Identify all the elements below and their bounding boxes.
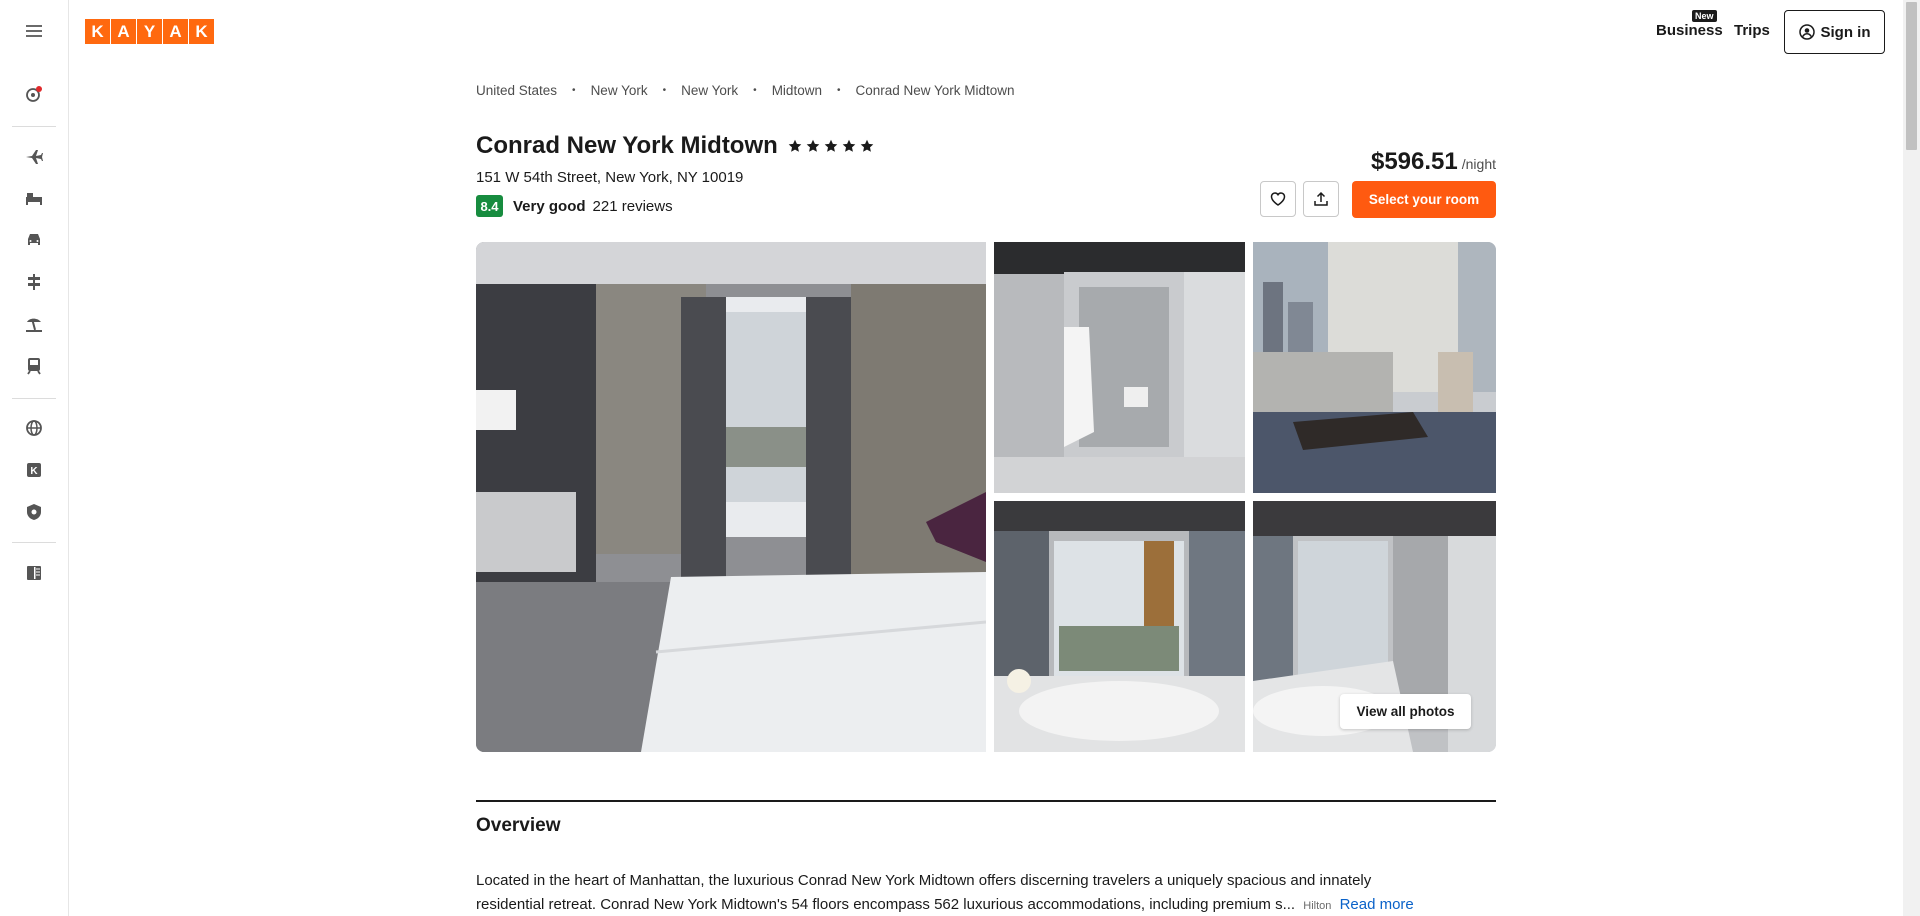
logo-letter: K	[189, 19, 214, 44]
trust-icon[interactable]	[19, 497, 49, 527]
rating-label: Very good	[513, 197, 586, 215]
user-icon	[1798, 24, 1815, 40]
breadcrumb-item[interactable]: Conrad New York Midtown	[855, 83, 1014, 98]
star-icon	[806, 139, 820, 152]
explore-icon[interactable]	[19, 413, 49, 443]
kayak-business-icon[interactable]: K	[19, 455, 49, 485]
rail-divider	[12, 542, 56, 543]
kayak-logo[interactable]: K A Y A K	[85, 19, 215, 44]
breadcrumb-separator: •	[572, 85, 576, 96]
menu-icon[interactable]	[19, 16, 49, 46]
breadcrumb: United States • New York • New York • Mi…	[476, 83, 1015, 98]
svg-text:K: K	[30, 466, 38, 477]
logo-letter: A	[163, 19, 188, 44]
read-more-link[interactable]: Read more	[1340, 896, 1414, 913]
star-rating	[788, 139, 874, 153]
new-badge: New	[1692, 10, 1717, 22]
vacation-icon[interactable]	[19, 309, 49, 339]
left-rail: K	[0, 0, 69, 916]
logo-letter: K	[85, 19, 110, 44]
cars-icon[interactable]	[19, 225, 49, 255]
guide-icon[interactable]	[19, 558, 49, 588]
hotel-name: Conrad New York Midtown	[476, 132, 778, 159]
overview-description: Located in the heart of Manhattan, the l…	[476, 869, 1506, 916]
heart-icon	[1270, 192, 1286, 206]
price-block: $596.51 /night	[1371, 148, 1496, 176]
star-icon	[788, 139, 802, 152]
living-room-photo[interactable]	[1253, 242, 1496, 493]
star-icon	[860, 139, 874, 152]
star-icon	[842, 139, 856, 152]
sign-in-label: Sign in	[1820, 23, 1871, 41]
stays-icon[interactable]	[19, 183, 49, 213]
packages-icon[interactable]	[19, 267, 49, 297]
flights-icon[interactable]	[19, 141, 49, 171]
scrollbar[interactable]	[1903, 0, 1920, 916]
breadcrumb-item[interactable]: New York	[681, 83, 738, 98]
breadcrumb-item[interactable]: New York	[591, 83, 648, 98]
price-unit: /night	[1461, 156, 1496, 172]
share-button[interactable]	[1303, 181, 1339, 217]
main-bedroom-photo[interactable]	[476, 242, 986, 752]
logo-letter: Y	[137, 19, 162, 44]
share-icon	[1314, 191, 1328, 206]
view-all-photos-button[interactable]: View all photos	[1340, 694, 1471, 729]
overview-line: Located in the heart of Manhattan, the l…	[476, 872, 1372, 889]
trains-icon[interactable]	[19, 351, 49, 381]
star-icon	[824, 139, 838, 152]
breadcrumb-separator: •	[753, 85, 757, 96]
sign-in-button[interactable]: Sign in	[1784, 10, 1885, 54]
save-button[interactable]	[1260, 181, 1296, 217]
overview-line-wrap: residential retreat. Conrad New York Mid…	[476, 893, 1506, 916]
bathtub-view-photo[interactable]	[994, 501, 1245, 752]
overview-line: residential retreat. Conrad New York Mid…	[476, 896, 1296, 913]
review-summary[interactable]: 8.4 Very good 221 reviews	[476, 195, 673, 217]
overview-divider	[476, 800, 1496, 802]
trips-link[interactable]: Trips	[1734, 22, 1770, 39]
review-score-badge: 8.4	[476, 195, 503, 217]
photo-gallery	[476, 242, 1496, 752]
trip-alerts-icon[interactable]	[19, 79, 49, 109]
rail-divider	[12, 126, 56, 127]
scrollbar-thumb[interactable]	[1906, 2, 1917, 150]
breadcrumb-item[interactable]: Midtown	[772, 83, 822, 98]
breadcrumb-separator: •	[836, 85, 841, 96]
overview-title: Overview	[476, 815, 561, 836]
select-room-button[interactable]: Select your room	[1352, 181, 1496, 218]
business-link[interactable]: Business	[1656, 22, 1723, 39]
bathroom-photo[interactable]	[994, 242, 1245, 493]
review-count: 221 reviews	[592, 197, 673, 215]
logo-letter: A	[111, 19, 136, 44]
breadcrumb-item[interactable]: United States	[476, 83, 557, 98]
breadcrumb-separator: •	[662, 85, 667, 96]
rail-divider	[12, 398, 56, 399]
nightly-price: $596.51	[1370, 148, 1458, 175]
hotel-address[interactable]: 151 W 54th Street, New York, NY 10019	[476, 169, 743, 186]
overview-source: Hilton	[1303, 900, 1332, 912]
hotel-title-row: Conrad New York Midtown	[476, 132, 874, 160]
